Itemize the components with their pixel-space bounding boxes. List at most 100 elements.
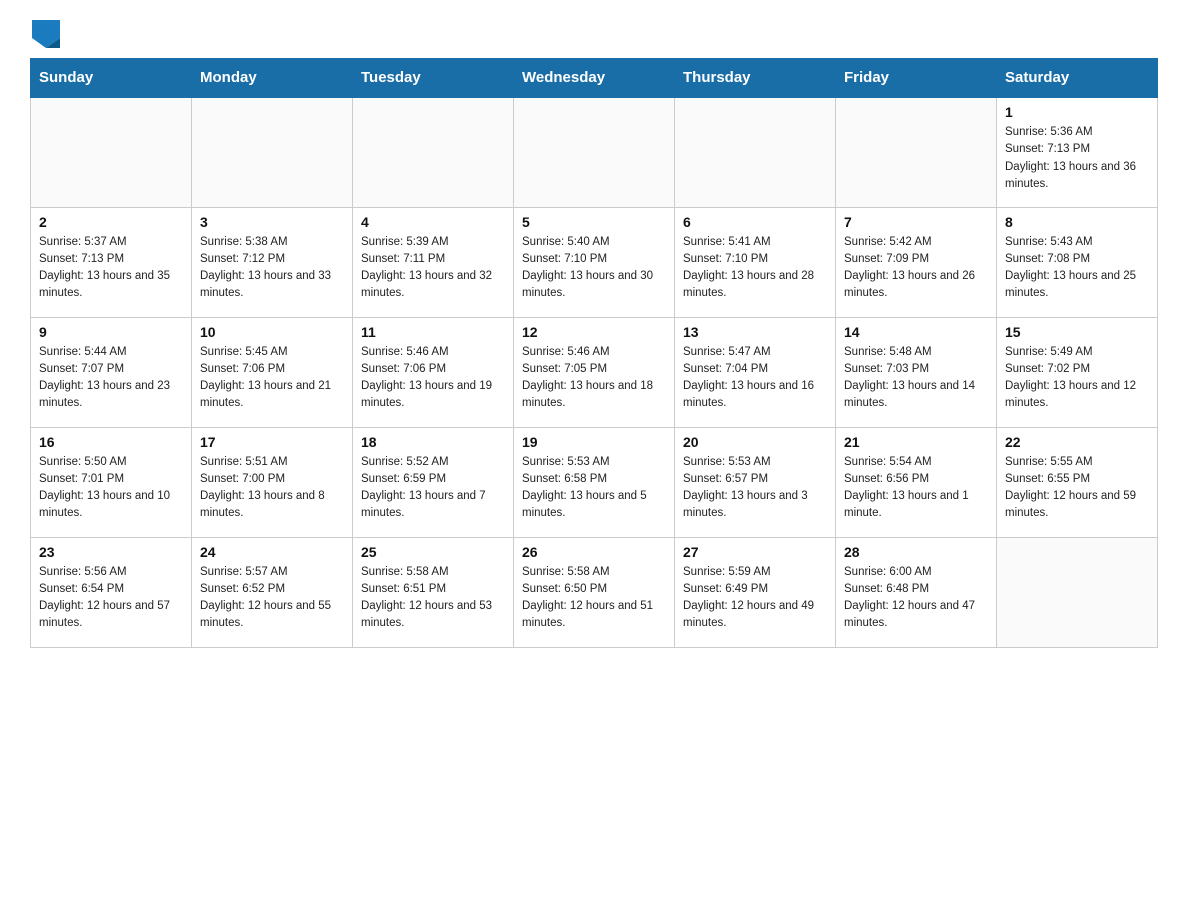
day-number: 26 [522, 544, 666, 560]
day-number: 20 [683, 434, 827, 450]
day-info: Sunrise: 5:48 AM Sunset: 7:03 PM Dayligh… [844, 344, 988, 413]
calendar-cell: 5 Sunrise: 5:40 AM Sunset: 7:10 PM Daylig… [514, 207, 675, 317]
calendar-cell [514, 97, 675, 207]
calendar-table: SundayMondayTuesdayWednesdayThursdayFrid… [30, 58, 1158, 648]
calendar-week-row: 16Sunrise: 5:50 AM Sunset: 7:01 PM Dayli… [31, 427, 1158, 537]
weekday-header-tuesday: Tuesday [353, 59, 514, 98]
day-number: 6 [683, 214, 827, 230]
calendar-cell: 2 Sunrise: 5:37 AM Sunset: 7:13 PM Daylig… [31, 207, 192, 317]
calendar-cell [31, 97, 192, 207]
day-number: 19 [522, 434, 666, 450]
logo [30, 20, 60, 48]
day-info: Sunrise: 5:42 AM Sunset: 7:09 PM Dayligh… [844, 234, 988, 303]
calendar-cell: 12 Sunrise: 5:46 AM Sunset: 7:05 PM Dayli… [514, 317, 675, 427]
calendar-week-row: 23 Sunrise: 5:56 AM Sunset: 6:54 PM Dayli… [31, 537, 1158, 647]
day-info: Sunrise: 5:38 AM Sunset: 7:12 PM Dayligh… [200, 234, 344, 303]
day-number: 21 [844, 434, 988, 450]
calendar-cell: 8 Sunrise: 5:43 AM Sunset: 7:08 PM Daylig… [997, 207, 1158, 317]
calendar-cell: 23 Sunrise: 5:56 AM Sunset: 6:54 PM Dayli… [31, 537, 192, 647]
weekday-header-sunday: Sunday [31, 59, 192, 98]
day-info: Sunrise: 5:43 AM Sunset: 7:08 PM Dayligh… [1005, 234, 1149, 303]
day-number: 10 [200, 324, 344, 340]
day-number: 16 [39, 434, 183, 450]
calendar-week-row: 9 Sunrise: 5:44 AM Sunset: 7:07 PM Daylig… [31, 317, 1158, 427]
day-number: 14 [844, 324, 988, 340]
day-number: 4 [361, 214, 505, 230]
day-number: 2 [39, 214, 183, 230]
calendar-cell: 3 Sunrise: 5:38 AM Sunset: 7:12 PM Daylig… [192, 207, 353, 317]
day-info: Sunrise: 5:55 AM Sunset: 6:55 PM Dayligh… [1005, 454, 1149, 523]
day-info: Sunrise: 5:54 AM Sunset: 6:56 PM Dayligh… [844, 454, 988, 523]
calendar-cell [675, 97, 836, 207]
day-number: 24 [200, 544, 344, 560]
page-header [30, 20, 1158, 48]
calendar-cell: 11 Sunrise: 5:46 AM Sunset: 7:06 PM Dayli… [353, 317, 514, 427]
day-number: 9 [39, 324, 183, 340]
calendar-week-row: 2 Sunrise: 5:37 AM Sunset: 7:13 PM Daylig… [31, 207, 1158, 317]
calendar-cell: 22 Sunrise: 5:55 AM Sunset: 6:55 PM Dayli… [997, 427, 1158, 537]
day-number: 27 [683, 544, 827, 560]
calendar-cell: 18 Sunrise: 5:52 AM Sunset: 6:59 PM Dayli… [353, 427, 514, 537]
day-number: 22 [1005, 434, 1149, 450]
calendar-cell [836, 97, 997, 207]
weekday-header-friday: Friday [836, 59, 997, 98]
day-number: 15 [1005, 324, 1149, 340]
calendar-cell: 17 Sunrise: 5:51 AM Sunset: 7:00 PM Dayli… [192, 427, 353, 537]
calendar-cell: 26 Sunrise: 5:58 AM Sunset: 6:50 PM Dayli… [514, 537, 675, 647]
day-number: 7 [844, 214, 988, 230]
day-info: Sunrise: 5:47 AM Sunset: 7:04 PM Dayligh… [683, 344, 827, 413]
day-number: 25 [361, 544, 505, 560]
calendar-cell: 1 Sunrise: 5:36 AM Sunset: 7:13 PM Daylig… [997, 97, 1158, 207]
calendar-cell: 4 Sunrise: 5:39 AM Sunset: 7:11 PM Daylig… [353, 207, 514, 317]
calendar-cell: 28Sunrise: 6:00 AM Sunset: 6:48 PM Dayli… [836, 537, 997, 647]
weekday-header-wednesday: Wednesday [514, 59, 675, 98]
calendar-cell: 25 Sunrise: 5:58 AM Sunset: 6:51 PM Dayli… [353, 537, 514, 647]
day-number: 13 [683, 324, 827, 340]
day-number: 23 [39, 544, 183, 560]
calendar-cell: 27 Sunrise: 5:59 AM Sunset: 6:49 PM Dayli… [675, 537, 836, 647]
calendar-cell [353, 97, 514, 207]
day-number: 8 [1005, 214, 1149, 230]
calendar-cell: 9 Sunrise: 5:44 AM Sunset: 7:07 PM Daylig… [31, 317, 192, 427]
day-number: 18 [361, 434, 505, 450]
calendar-cell: 24 Sunrise: 5:57 AM Sunset: 6:52 PM Dayli… [192, 537, 353, 647]
calendar-cell [192, 97, 353, 207]
calendar-cell: 10 Sunrise: 5:45 AM Sunset: 7:06 PM Dayli… [192, 317, 353, 427]
calendar-cell: 13 Sunrise: 5:47 AM Sunset: 7:04 PM Dayli… [675, 317, 836, 427]
day-number: 3 [200, 214, 344, 230]
day-info: Sunrise: 5:44 AM Sunset: 7:07 PM Dayligh… [39, 344, 183, 413]
calendar-week-row: 1 Sunrise: 5:36 AM Sunset: 7:13 PM Daylig… [31, 97, 1158, 207]
calendar-cell: 7 Sunrise: 5:42 AM Sunset: 7:09 PM Daylig… [836, 207, 997, 317]
calendar-cell: 20 Sunrise: 5:53 AM Sunset: 6:57 PM Dayli… [675, 427, 836, 537]
weekday-header-monday: Monday [192, 59, 353, 98]
calendar-cell: 14 Sunrise: 5:48 AM Sunset: 7:03 PM Dayli… [836, 317, 997, 427]
day-info: Sunrise: 5:53 AM Sunset: 6:57 PM Dayligh… [683, 454, 827, 523]
day-info: Sunrise: 5:56 AM Sunset: 6:54 PM Dayligh… [39, 564, 183, 633]
day-info: Sunrise: 5:39 AM Sunset: 7:11 PM Dayligh… [361, 234, 505, 303]
day-info: Sunrise: 5:46 AM Sunset: 7:06 PM Dayligh… [361, 344, 505, 413]
day-info: Sunrise: 5:57 AM Sunset: 6:52 PM Dayligh… [200, 564, 344, 633]
day-info: Sunrise: 5:52 AM Sunset: 6:59 PM Dayligh… [361, 454, 505, 523]
day-info: Sunrise: 5:59 AM Sunset: 6:49 PM Dayligh… [683, 564, 827, 633]
day-number: 11 [361, 324, 505, 340]
day-info: Sunrise: 5:51 AM Sunset: 7:00 PM Dayligh… [200, 454, 344, 523]
calendar-cell: 15Sunrise: 5:49 AM Sunset: 7:02 PM Dayli… [997, 317, 1158, 427]
day-number: 1 [1005, 104, 1149, 120]
weekday-header-saturday: Saturday [997, 59, 1158, 98]
day-info: Sunrise: 5:58 AM Sunset: 6:50 PM Dayligh… [522, 564, 666, 633]
day-number: 5 [522, 214, 666, 230]
day-number: 12 [522, 324, 666, 340]
weekday-header-thursday: Thursday [675, 59, 836, 98]
calendar-header-row: SundayMondayTuesdayWednesdayThursdayFrid… [31, 59, 1158, 98]
calendar-cell: 16Sunrise: 5:50 AM Sunset: 7:01 PM Dayli… [31, 427, 192, 537]
day-number: 17 [200, 434, 344, 450]
day-info: Sunrise: 5:46 AM Sunset: 7:05 PM Dayligh… [522, 344, 666, 413]
day-info: Sunrise: 5:53 AM Sunset: 6:58 PM Dayligh… [522, 454, 666, 523]
logo-icon [32, 20, 60, 48]
day-info: Sunrise: 5:40 AM Sunset: 7:10 PM Dayligh… [522, 234, 666, 303]
day-info: Sunrise: 5:36 AM Sunset: 7:13 PM Dayligh… [1005, 124, 1149, 193]
day-info: Sunrise: 5:37 AM Sunset: 7:13 PM Dayligh… [39, 234, 183, 303]
day-info: Sunrise: 5:58 AM Sunset: 6:51 PM Dayligh… [361, 564, 505, 633]
day-info: Sunrise: 5:45 AM Sunset: 7:06 PM Dayligh… [200, 344, 344, 413]
calendar-cell: 6Sunrise: 5:41 AM Sunset: 7:10 PM Daylig… [675, 207, 836, 317]
